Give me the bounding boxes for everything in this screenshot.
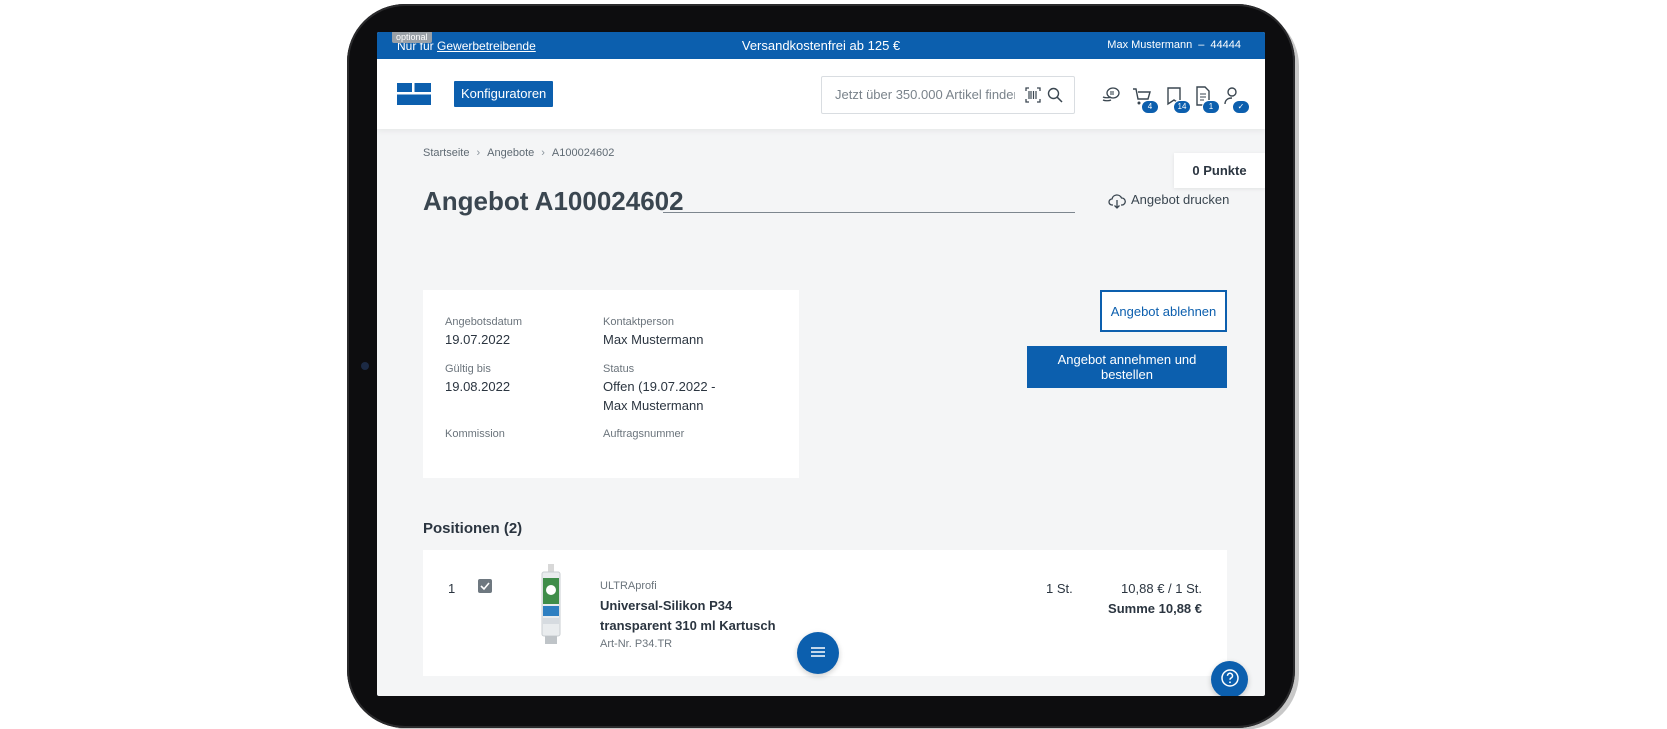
user-info[interactable]: Max Mustermann –44444 <box>1107 39 1241 51</box>
user-separator: – <box>1198 39 1205 51</box>
date-value: 19.07.2022 <box>445 332 511 347</box>
menu-button[interactable] <box>797 632 839 674</box>
product-quantity: 1 St. <box>1046 581 1073 596</box>
cart-icon[interactable]: 4 <box>1131 85 1159 114</box>
position-checkbox[interactable] <box>478 579 492 593</box>
coins-icon[interactable] <box>1100 85 1122 107</box>
user-name: Max Mustermann <box>1107 39 1193 51</box>
search-box <box>821 76 1075 114</box>
breadcrumb-current: A100024602 <box>551 147 615 159</box>
status-label: Status <box>603 363 635 375</box>
cart-badge: 4 <box>1141 100 1159 114</box>
status-value: Offen (19.07.2022 - Max Mustermann <box>603 379 716 413</box>
customer-number: 44444 <box>1210 39 1241 51</box>
bookmark-icon[interactable]: 14 <box>1163 85 1191 114</box>
positions-title: Positionen (2) <box>423 520 523 537</box>
position-number: 1 <box>448 581 456 596</box>
tablet-camera <box>361 362 369 370</box>
help-icon <box>1220 669 1239 687</box>
search-icon[interactable] <box>1047 87 1063 103</box>
document-badge: 1 <box>1202 100 1220 114</box>
account-badge: ✓ <box>1232 100 1250 114</box>
date-label: Angebotsdatum <box>445 316 523 328</box>
hamburger-menu-icon <box>811 646 825 657</box>
chevron-right-icon: › <box>476 147 481 159</box>
breadcrumb-offers[interactable]: Angebote <box>487 147 534 159</box>
search-input[interactable] <box>833 86 1017 103</box>
product-name[interactable]: Universal-Silikon P34 transparent 310 ml… <box>600 596 800 636</box>
main-header: Konfiguratoren 4 <box>377 59 1265 129</box>
commission-label: Kommission <box>445 428 505 440</box>
bookmark-badge: 14 <box>1173 100 1191 114</box>
breadcrumb-home[interactable]: Startseite <box>423 147 469 159</box>
page-title: Angebot A100024602 <box>423 186 684 216</box>
order-number-label: Auftragsnummer <box>603 428 685 440</box>
help-button[interactable] <box>1211 661 1248 696</box>
title-divider <box>663 212 1075 213</box>
valid-until-value: 19.08.2022 <box>445 379 511 394</box>
contact-value: Max Mustermann <box>603 332 704 347</box>
points-badge[interactable]: 0 Punkte <box>1174 153 1265 188</box>
logo[interactable] <box>397 83 431 105</box>
product-image[interactable] <box>538 564 564 646</box>
configurators-button[interactable]: Konfiguratoren <box>454 81 554 107</box>
contact-label: Kontaktperson <box>603 316 674 328</box>
chevron-right-icon: › <box>541 147 545 159</box>
print-offer-link[interactable]: Angebot drucken <box>1108 192 1229 209</box>
screen: Nur für Gewerbetreibende optional Versan… <box>377 32 1265 696</box>
unit-price: 10,88 € / 1 St. <box>1121 581 1202 596</box>
document-icon[interactable]: 1 <box>1192 85 1220 114</box>
valid-until-label: Gültig bis <box>445 363 491 375</box>
top-info-bar: Nur für Gewerbetreibende optional Versan… <box>377 32 1265 59</box>
barcode-scan-icon[interactable] <box>1025 87 1041 103</box>
position-sum: Summe 10,88 € <box>1108 601 1202 616</box>
checkmark-icon <box>480 582 490 591</box>
cloud-download-icon <box>1108 193 1126 209</box>
product-brand: ULTRAprofi <box>600 580 657 592</box>
print-offer-label: Angebot drucken <box>1131 192 1230 207</box>
accept-offer-button[interactable]: Angebot annehmen und bestellen <box>1027 346 1227 388</box>
article-number: Art-Nr. P34.TR <box>600 638 673 650</box>
offer-info-card: Angebotsdatum 19.07.2022 Kontaktperson M… <box>423 290 799 478</box>
account-icon[interactable]: ✓ <box>1222 85 1250 114</box>
breadcrumb: Startseite › Angebote › A100024602 <box>423 147 614 159</box>
decline-offer-button[interactable]: Angebot ablehnen <box>1100 290 1227 332</box>
